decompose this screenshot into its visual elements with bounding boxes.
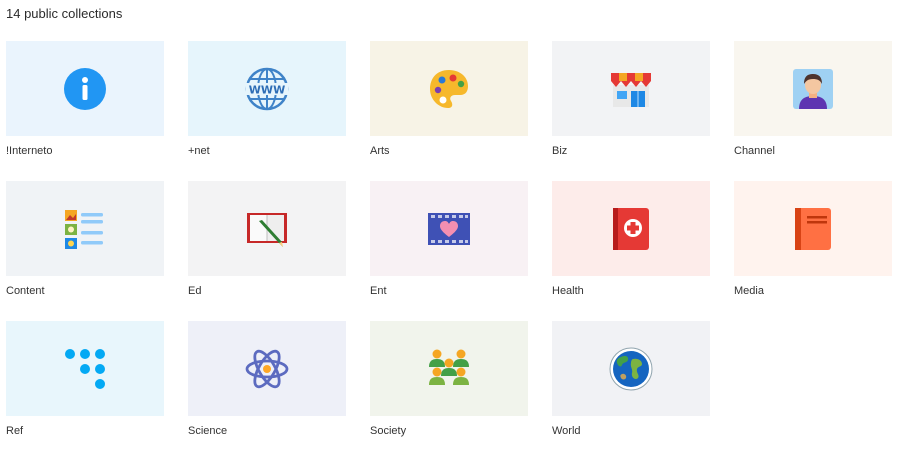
collection-thumbnail[interactable] — [734, 181, 892, 276]
collections-page: 14 public collections !Interneto WWW +ne… — [0, 0, 908, 454]
collection-card-society[interactable]: Society — [370, 321, 528, 461]
collection-card-health[interactable]: Health — [552, 181, 710, 321]
collection-card-media[interactable]: Media — [734, 181, 892, 321]
collection-card-ref[interactable]: Ref — [6, 321, 164, 461]
storefront-icon — [609, 67, 653, 111]
collection-label[interactable]: Ed — [188, 284, 346, 300]
collection-label[interactable]: World — [552, 424, 710, 440]
collection-label[interactable]: Channel — [734, 144, 892, 160]
palette-icon — [427, 67, 471, 111]
collection-label[interactable]: Content — [6, 284, 164, 300]
medical-book-icon — [609, 207, 653, 251]
collection-thumbnail[interactable]: WWW — [188, 41, 346, 136]
collection-label[interactable]: Ref — [6, 424, 164, 440]
collection-thumbnail[interactable] — [188, 321, 346, 416]
collection-label[interactable]: Media — [734, 284, 892, 300]
people-group-icon — [427, 347, 471, 391]
collection-thumbnail[interactable] — [370, 181, 528, 276]
content-list-icon — [63, 207, 107, 251]
collection-label[interactable]: Health — [552, 284, 710, 300]
collection-thumbnail[interactable] — [370, 41, 528, 136]
film-heart-icon — [427, 207, 471, 251]
globe-www-icon: WWW — [245, 67, 289, 111]
collection-thumbnail[interactable] — [552, 321, 710, 416]
collection-label[interactable]: Ent — [370, 284, 528, 300]
collection-thumbnail[interactable] — [6, 181, 164, 276]
collection-card-interneto[interactable]: !Interneto — [6, 41, 164, 181]
collection-card-content[interactable]: Content — [6, 181, 164, 321]
info-icon — [63, 67, 107, 111]
notebook-icon — [791, 207, 835, 251]
collection-thumbnail[interactable] — [6, 321, 164, 416]
collection-thumbnail[interactable] — [6, 41, 164, 136]
collection-thumbnail[interactable] — [552, 41, 710, 136]
world-globe-icon — [609, 347, 653, 391]
collection-card-science[interactable]: Science — [188, 321, 346, 461]
collection-thumbnail[interactable] — [734, 41, 892, 136]
collection-label[interactable]: Science — [188, 424, 346, 440]
collection-card-ed[interactable]: Ed — [188, 181, 346, 321]
collection-label[interactable]: Arts — [370, 144, 528, 160]
dots-pattern-icon — [63, 347, 107, 391]
collection-thumbnail[interactable] — [552, 181, 710, 276]
collection-card-biz[interactable]: Biz — [552, 41, 710, 181]
collection-thumbnail[interactable] — [370, 321, 528, 416]
collection-card-world[interactable]: World — [552, 321, 710, 461]
svg-text:WWW: WWW — [249, 83, 285, 96]
collection-label[interactable]: Society — [370, 424, 528, 440]
atom-icon — [245, 347, 289, 391]
collections-count-heading: 14 public collections — [6, 6, 123, 21]
collection-thumbnail[interactable] — [188, 181, 346, 276]
user-portrait-icon — [791, 67, 835, 111]
collection-label[interactable]: +net — [188, 144, 346, 160]
collection-card-ent[interactable]: Ent — [370, 181, 528, 321]
collection-label[interactable]: Biz — [552, 144, 710, 160]
collection-card-arts[interactable]: Arts — [370, 41, 528, 181]
collection-label[interactable]: !Interneto — [6, 144, 164, 160]
book-pencil-icon — [245, 207, 289, 251]
collections-grid: !Interneto WWW +net Arts Biz Channel Con… — [6, 41, 892, 461]
collection-card-channel[interactable]: Channel — [734, 41, 892, 181]
collection-card-net[interactable]: WWW +net — [188, 41, 346, 181]
